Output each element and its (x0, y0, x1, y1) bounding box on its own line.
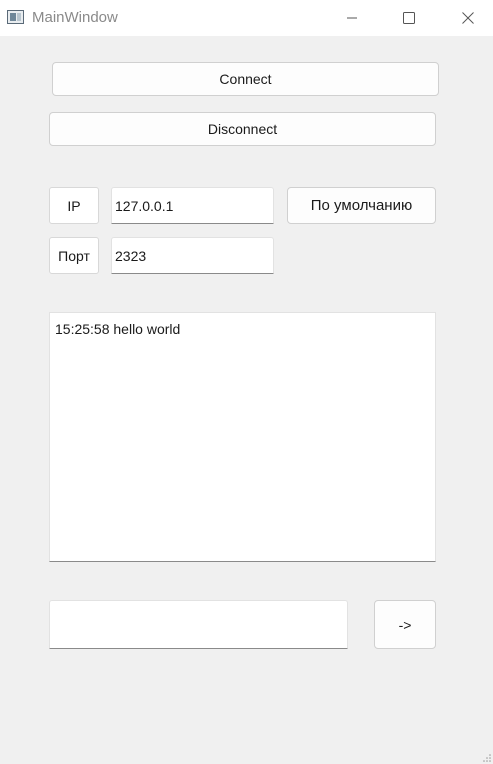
connect-button[interactable]: Connect (52, 62, 439, 96)
ip-label: IP (49, 187, 99, 224)
log-entry: 15:25:58 hello world (55, 321, 181, 337)
maximize-icon (403, 12, 415, 24)
resize-grip-icon[interactable] (483, 754, 491, 762)
default-settings-button[interactable]: По умолчанию (287, 187, 436, 224)
send-button[interactable]: -> (374, 600, 436, 649)
minimize-icon (347, 17, 357, 19)
ip-input[interactable]: 127.0.0.1 (111, 187, 274, 224)
app-window-icon (7, 10, 24, 24)
minimize-button[interactable] (330, 0, 374, 36)
close-icon (462, 12, 474, 24)
title-bar[interactable]: MainWindow (0, 0, 493, 36)
port-input[interactable]: 2323 (111, 237, 274, 274)
port-label: Порт (49, 237, 99, 274)
message-log[interactable]: 15:25:58 hello world (49, 312, 436, 562)
message-input[interactable] (49, 600, 348, 649)
maximize-button[interactable] (387, 0, 431, 36)
disconnect-button[interactable]: Disconnect (49, 112, 436, 146)
close-button[interactable] (446, 0, 490, 36)
window-title: MainWindow (32, 9, 118, 26)
